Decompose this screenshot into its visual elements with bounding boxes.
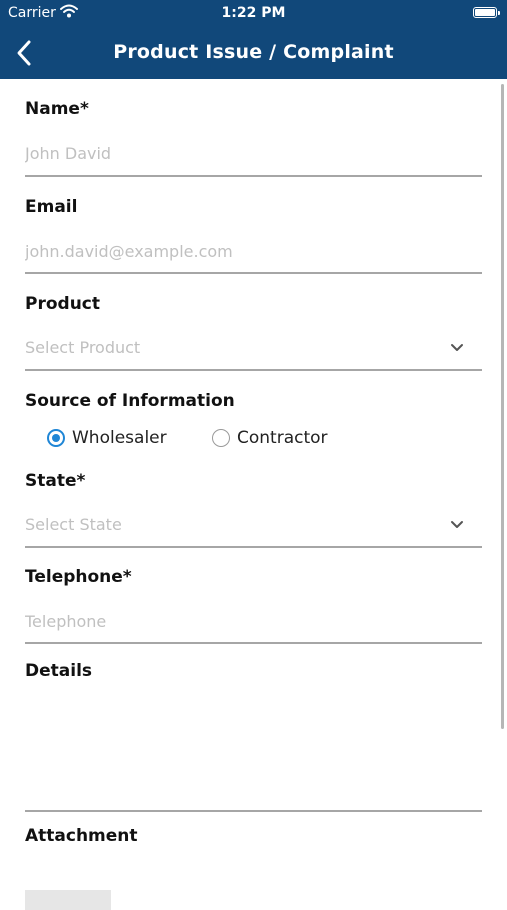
details-textarea[interactable] [25, 687, 482, 807]
source-label: Source of Information [25, 391, 235, 411]
product-label: Product [25, 294, 100, 314]
attachment-button[interactable] [25, 890, 111, 910]
scrollbar[interactable] [501, 84, 504, 729]
page-title: Product Issue / Complaint [113, 41, 394, 63]
wholesaler-label: Wholesaler [72, 428, 167, 448]
wholesaler-option[interactable]: Wholesaler [47, 427, 177, 451]
chevron-down-icon[interactable] [450, 520, 464, 530]
telephone-label: Telephone* [25, 567, 132, 587]
product-underline [25, 369, 482, 371]
contractor-option[interactable]: Contractor [212, 427, 342, 451]
details-label: Details [25, 661, 93, 681]
name-input[interactable] [25, 141, 482, 165]
state-select[interactable]: Select State [25, 515, 122, 534]
status-bar: Carrier 1:22 PM [0, 0, 507, 28]
email-label: Email [25, 197, 78, 217]
telephone-underline [25, 642, 482, 644]
email-underline [25, 272, 482, 274]
name-label: Name* [25, 99, 89, 119]
contractor-label: Contractor [237, 428, 328, 448]
name-underline [25, 175, 482, 177]
complaint-form: Name* Email Product Select Product Sourc… [0, 79, 507, 910]
navigation-bar: Product Issue / Complaint [0, 28, 507, 79]
battery-icon [473, 7, 500, 18]
status-time: 1:22 PM [221, 5, 286, 21]
product-select[interactable]: Select Product [25, 338, 140, 357]
state-underline [25, 546, 482, 548]
state-label: State* [25, 471, 86, 491]
email-input[interactable] [25, 239, 482, 263]
attachment-label: Attachment [25, 826, 138, 846]
chevron-down-icon[interactable] [450, 343, 464, 353]
contractor-radio[interactable] [212, 429, 230, 447]
telephone-input[interactable] [25, 609, 482, 633]
details-underline [25, 810, 482, 812]
wholesaler-radio[interactable] [47, 429, 65, 447]
